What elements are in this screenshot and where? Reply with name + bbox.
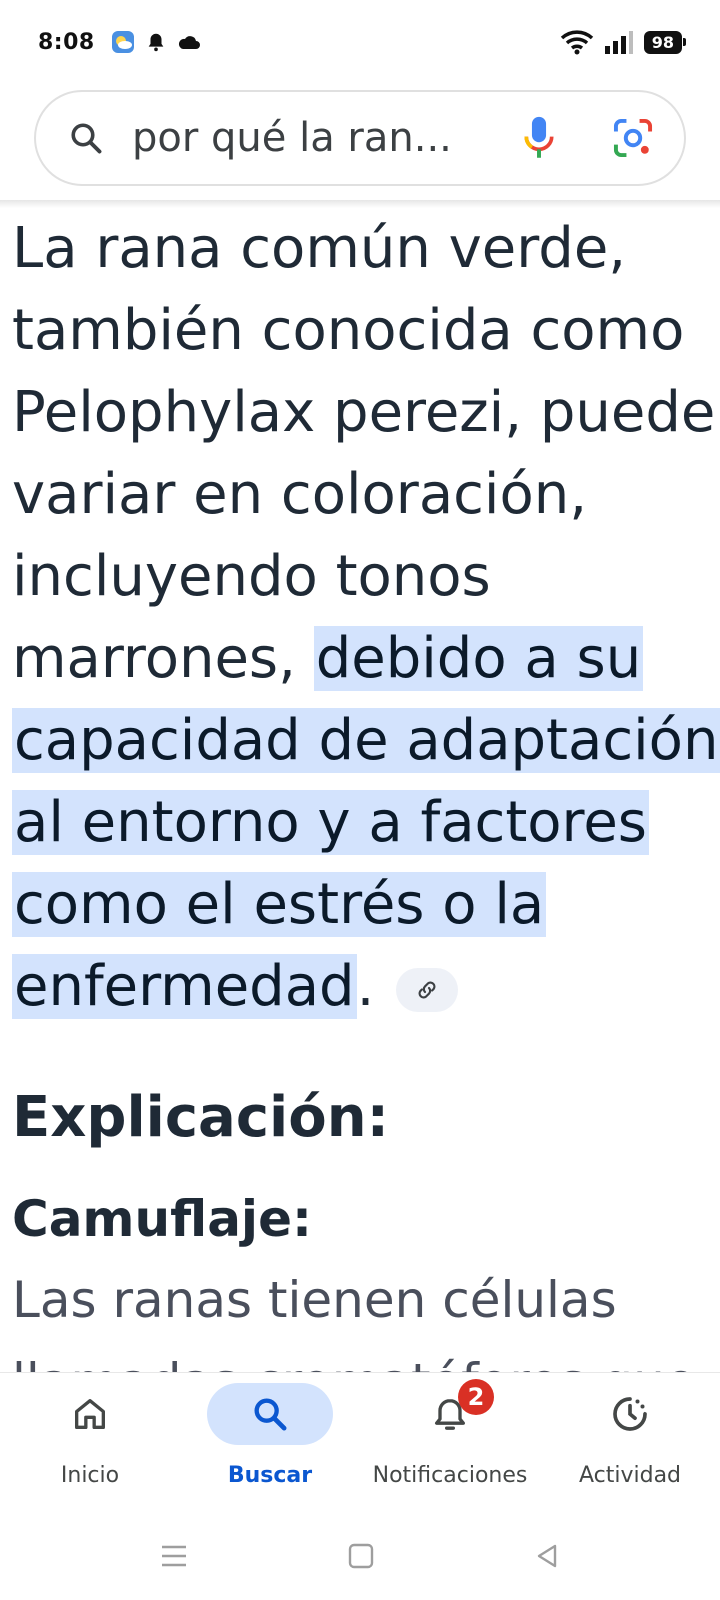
system-navigation-bar (0, 1512, 720, 1600)
answer-line: marrones, debido a su (12, 618, 720, 700)
nav-item-buscar[interactable]: Buscar (180, 1373, 360, 1512)
nav-item-notificaciones[interactable]: 2 Notificaciones (360, 1373, 540, 1512)
signal-icon (604, 31, 633, 54)
search-bar[interactable]: por qué la ran... (34, 90, 686, 186)
search-icon (71, 123, 102, 154)
home-square-icon[interactable] (347, 1542, 375, 1570)
notification-badge: 2 (458, 1379, 494, 1415)
answer-line: como el estrés o la (12, 864, 720, 946)
nav-item-actividad[interactable]: Actividad (540, 1373, 720, 1512)
nav-label: Actividad (578, 1463, 682, 1488)
highlighted-text: como el estrés o la (12, 872, 547, 937)
answer-line: capacidad de adaptación (12, 700, 720, 782)
nav-label: Inicio (60, 1463, 120, 1488)
answer-line: incluyendo tonos (12, 544, 491, 609)
source-link-button[interactable] (396, 967, 459, 1012)
answer-text-plain: marrones, (12, 626, 314, 691)
answer-line: enfermedad. (12, 946, 720, 1028)
home-icon (75, 1399, 106, 1429)
bell-status-icon (148, 33, 164, 52)
highlighted-text: capacidad de adaptación (12, 708, 720, 773)
status-system-icons: 98 (560, 29, 687, 55)
weather-app-icon (111, 31, 134, 53)
menu-icon[interactable] (159, 1542, 189, 1570)
nav-label: Buscar (227, 1463, 313, 1488)
subsection-title: Camuflaje: (12, 1190, 312, 1248)
bottom-navigation: Inicio Buscar 2 Notificaciones Actividad (0, 1372, 720, 1512)
answer-line: también conocida como (12, 298, 685, 363)
battery-indicator: 98 (643, 30, 687, 54)
highlighted-text: enfermedad (12, 954, 357, 1019)
answer-line: La rana común verde, (12, 216, 627, 281)
link-icon (418, 981, 436, 999)
search-icon (254, 1398, 287, 1431)
cloud-status-icon (178, 36, 200, 49)
status-time: 8:08 (38, 29, 95, 55)
nav-label: Notificaciones (372, 1463, 528, 1488)
answer-line: variar en coloración, (12, 462, 588, 527)
body-text-line: Las ranas tienen células (12, 1271, 617, 1329)
answer-text: La rana común verde, también conocida co… (12, 208, 720, 1028)
answer-line: al entorno y a factores (12, 782, 720, 864)
header-divider (0, 200, 720, 208)
highlighted-text: al entorno y a factores (12, 790, 649, 855)
search-query[interactable]: por qué la ran... (132, 115, 522, 161)
wifi-icon (560, 30, 593, 55)
status-bar: 8:08 98 (0, 0, 720, 84)
section-title: Explicación: (12, 1085, 389, 1150)
answer-text-plain: . (356, 954, 375, 1019)
ai-overview-content: La rana común verde, también conocida co… (12, 208, 720, 1398)
nav-item-inicio[interactable]: Inicio (0, 1373, 180, 1512)
status-notification-icons (111, 30, 201, 54)
activity-icon (613, 1397, 647, 1431)
lens-camera-icon[interactable] (612, 117, 654, 159)
highlighted-text: debido a su (313, 626, 644, 691)
answer-line: Pelophylax perezi, puede (12, 380, 716, 445)
back-icon[interactable] (533, 1542, 561, 1570)
microphone-icon[interactable] (522, 114, 556, 162)
